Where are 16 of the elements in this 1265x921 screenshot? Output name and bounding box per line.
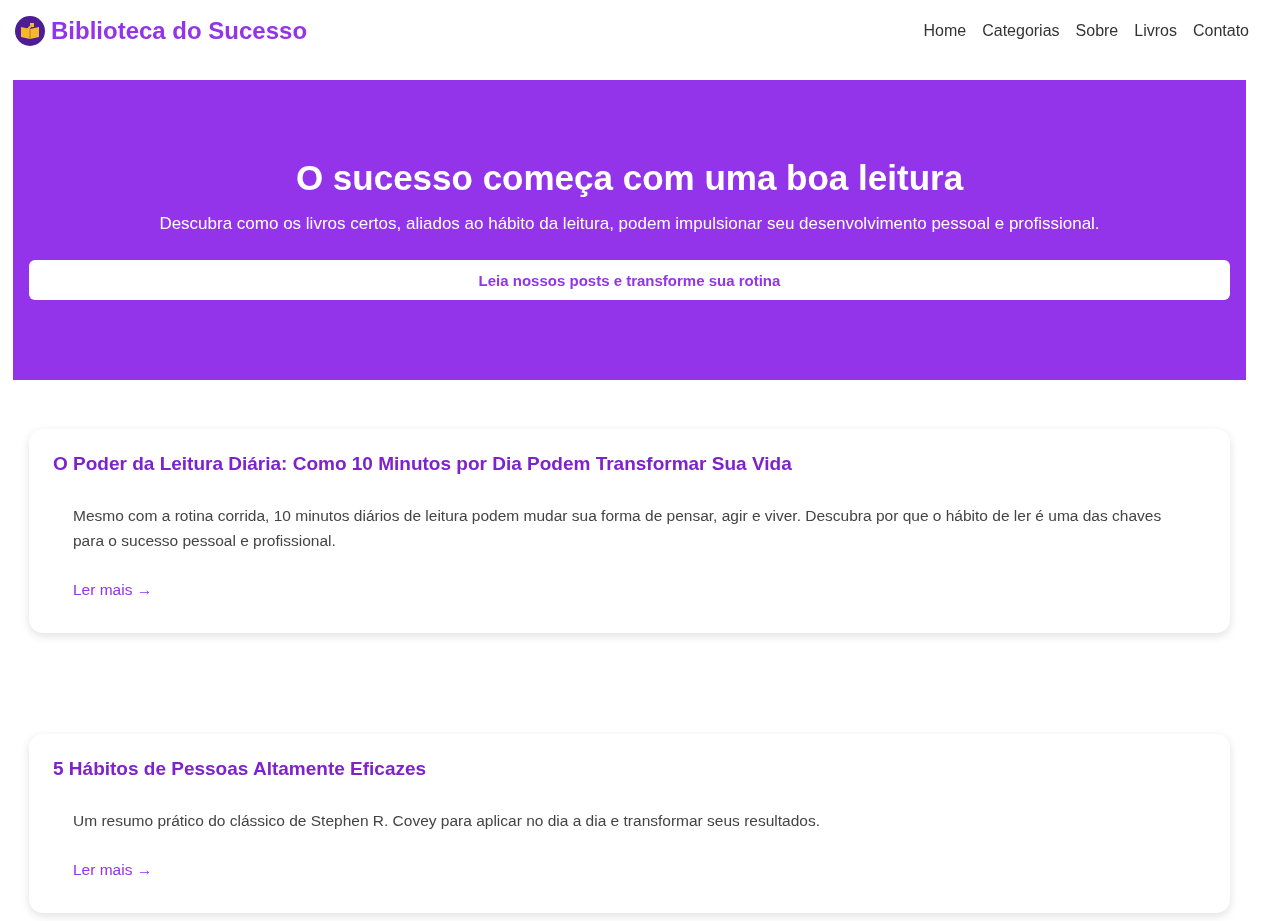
nav-link[interactable]: Sobre bbox=[1075, 22, 1119, 40]
read-more-link[interactable]: Ler mais → bbox=[73, 581, 153, 599]
post-title: O Poder da Leitura Diária: Como 10 Minutos por Dia Podem Transformar Sua Vida bbox=[53, 453, 793, 475]
post-excerpt: Um resumo prático do clássico de Stephen R. Covey para aplicar no dia a dia e transformar seus resultados. bbox=[73, 811, 821, 831]
nav-link[interactable]: Contato bbox=[1192, 22, 1249, 40]
nav-link[interactable]: Categorias bbox=[982, 22, 1060, 40]
brand-name: Biblioteca do Sucesso bbox=[51, 17, 308, 45]
post-title: 5 Hábitos de Pessoas Altamente Eficazes bbox=[53, 758, 428, 780]
book-logo-icon bbox=[15, 16, 45, 46]
nav-link[interactable]: Livros bbox=[1134, 22, 1177, 40]
nav-link[interactable]: Home bbox=[923, 22, 967, 40]
hero-title: O sucesso começa com uma boa leitura bbox=[295, 158, 964, 198]
post-excerpt: Mesmo com a rotina corrida, 10 minutos diários de leitura podem mudar sua forma de pensar, agir e viver. Descubra por que o hábito de ler é uma das chaves para o sucesso pessoal e profissional. bbox=[73, 506, 1163, 551]
cta-button[interactable]: Leia nossos posts e transforme sua rotina bbox=[29, 260, 1230, 300]
hero-subtitle: Descubra como os livros certos, aliados ao hábito da leitura, podem impulsionar seu desenvolvimento pessoal e profissional. bbox=[159, 214, 1100, 234]
read-more-link[interactable]: Ler mais → bbox=[73, 861, 153, 879]
